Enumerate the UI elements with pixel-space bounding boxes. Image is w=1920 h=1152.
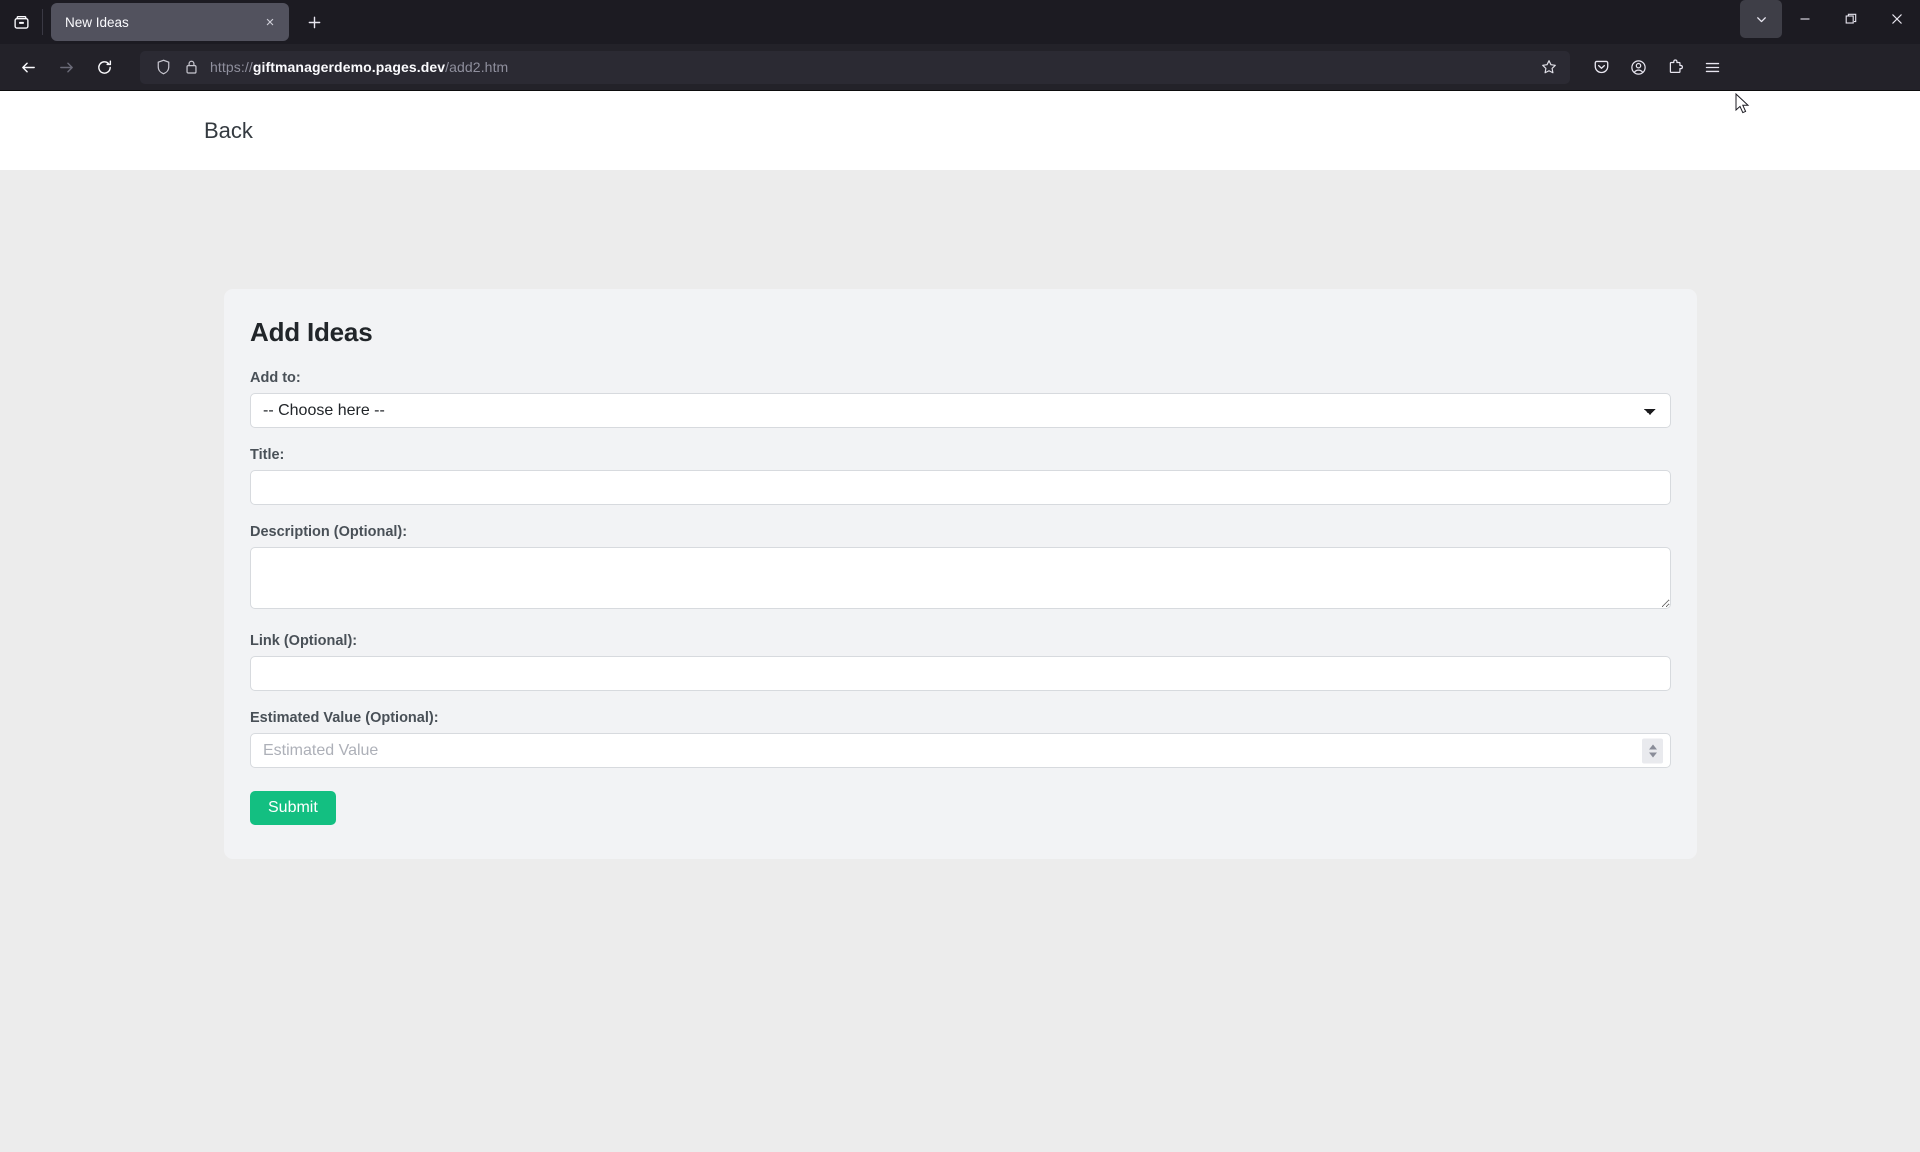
add-to-label: Add to: (250, 370, 301, 386)
add-ideas-card: Add Ideas Add to: -- Choose here -- Titl… (224, 289, 1697, 859)
field-estimated-value: Estimated Value (Optional): (250, 710, 1671, 768)
title-input[interactable] (250, 470, 1671, 505)
browser-tab-new-ideas[interactable]: New Ideas × (51, 3, 289, 41)
url-text: https://giftmanagerdemo.pages.dev/add2.h… (210, 59, 1524, 75)
number-stepper-icon[interactable] (1642, 738, 1663, 763)
pocket-save-icon[interactable] (1584, 51, 1618, 83)
description-label: Description (Optional): (250, 524, 408, 540)
stepper-up-arrow[interactable] (1648, 744, 1657, 749)
page-viewport: Back Add Ideas Add to: -- Choose here --… (0, 91, 1920, 1152)
minimize-button[interactable] (1782, 0, 1828, 38)
window-controls (1740, 0, 1920, 44)
back-link[interactable]: Back (204, 118, 253, 144)
submit-button[interactable]: Submit (250, 791, 336, 825)
lock-icon (182, 59, 200, 75)
field-link: Link (Optional): (250, 633, 1671, 691)
tab-close-icon[interactable]: × (257, 9, 283, 35)
field-title: Title: (250, 447, 1671, 505)
browser-window: New Ideas × https://giftmanagerdemo.page… (0, 0, 1920, 1152)
account-circle-icon[interactable] (1621, 51, 1655, 83)
description-textarea[interactable] (250, 547, 1671, 609)
bookmark-star-icon[interactable] (1534, 53, 1564, 81)
close-window-button[interactable] (1874, 0, 1920, 38)
add-to-select[interactable]: -- Choose here -- (250, 393, 1671, 428)
estimated-value-wrapper (250, 733, 1671, 768)
extensions-puzzle-icon[interactable] (1658, 51, 1692, 83)
chevron-down-icon[interactable] (1740, 0, 1782, 38)
tab-title: New Ideas (65, 14, 129, 30)
browser-toolbar-icons (1580, 51, 1729, 83)
field-description: Description (Optional): (250, 524, 1671, 614)
back-arrow-icon[interactable] (10, 51, 46, 84)
tab-strip: New Ideas × (0, 0, 1920, 44)
tab-list-icon[interactable] (0, 0, 42, 44)
estimated-value-input[interactable] (250, 733, 1671, 768)
title-label: Title: (250, 447, 285, 463)
shield-icon (154, 59, 172, 75)
link-label: Link (Optional): (250, 633, 358, 649)
estimated-value-label: Estimated Value (Optional): (250, 710, 439, 726)
link-input[interactable] (250, 656, 1671, 691)
url-scheme: https:// (210, 59, 253, 75)
url-host: giftmanagerdemo.pages.dev (252, 59, 446, 75)
reload-icon[interactable] (86, 51, 122, 84)
url-bar[interactable]: https://giftmanagerdemo.pages.dev/add2.h… (140, 50, 1570, 84)
page-top-bar: Back (0, 91, 1920, 170)
field-add-to: Add to: -- Choose here -- (250, 370, 1671, 428)
tabstrip-divider (42, 9, 43, 35)
stepper-down-arrow[interactable] (1648, 752, 1657, 757)
maximize-restore-button[interactable] (1828, 0, 1874, 38)
forward-arrow-icon[interactable] (48, 51, 84, 84)
navigation-toolbar: https://giftmanagerdemo.pages.dev/add2.h… (0, 44, 1920, 91)
new-tab-button[interactable] (297, 5, 331, 39)
hamburger-menu-icon[interactable] (1695, 51, 1729, 83)
url-path: /add2.htm (445, 59, 509, 75)
page-title: Add Ideas (250, 317, 373, 347)
